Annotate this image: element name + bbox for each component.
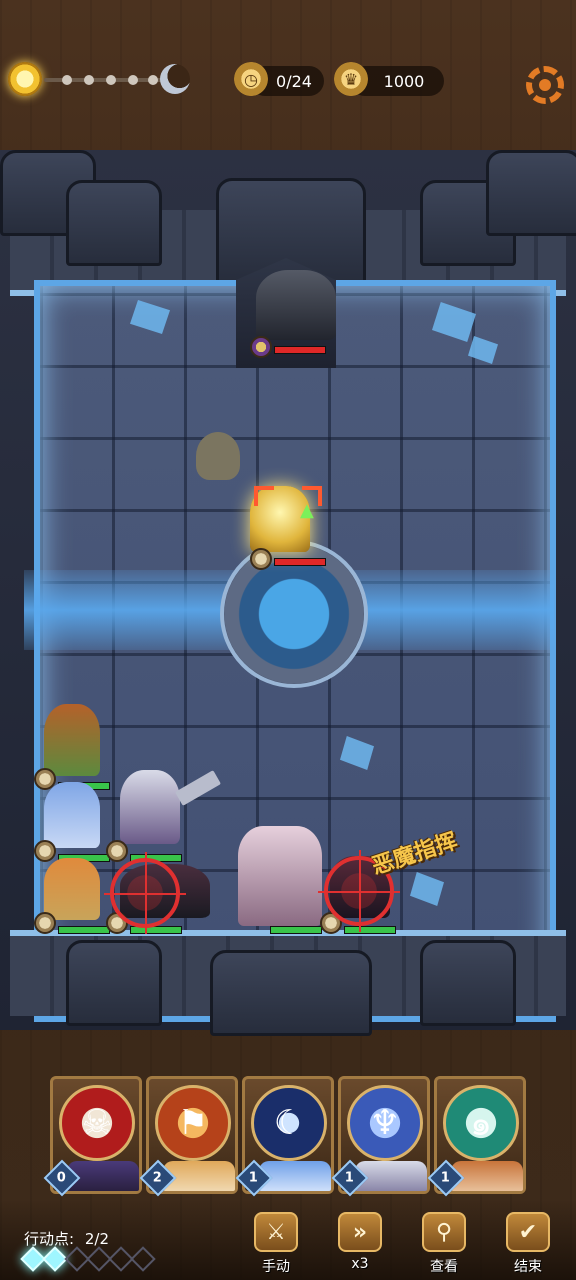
fast-forward-icon: » [338,1212,382,1252]
enemy-hp-bar [274,558,326,566]
target-reticle [104,852,186,934]
tower [66,180,162,266]
hero-silver-swordswoman[interactable] [106,770,226,870]
selection-corner [254,486,274,506]
track-dot [128,75,138,85]
hero-golden-archer[interactable] [34,858,114,948]
flag-icon: ⚑ [155,1085,231,1161]
crescent-moon-icon: ☾ [251,1085,327,1161]
tower [420,940,516,1026]
enemy-hp-bar [274,346,326,354]
enemy-dark-dragon[interactable] [250,270,340,360]
action-point-gems [20,1246,156,1272]
action-points-label: 行动点: [24,1230,75,1248]
skill-card[interactable]: ♆ 1 [331,1076,430,1197]
view-button[interactable]: ⚲ 查看 [414,1212,474,1278]
enemy-pink-castle-golem[interactable] [232,826,328,946]
manual-label: 手动 [262,1259,290,1275]
speed-button[interactable]: » x3 [330,1212,390,1278]
skill-card-bar: ☠ 0 ⚑ 2 ☾ 1 ♆ 1 ๑ 1 [43,1076,530,1197]
action-point-gem [130,1246,156,1272]
skill-card[interactable]: ๑ 1 [427,1076,526,1197]
action-points-display: 行动点: 2/2 [24,1228,109,1249]
speed-label: x3 [351,1256,369,1272]
sun-icon [8,62,42,96]
skill-card[interactable]: ☠ 0 [43,1076,142,1197]
stopwatch-icon: ◷ [234,62,268,96]
track-dot [106,75,116,85]
enemy-class-badge [250,336,272,358]
track-dot [84,75,94,85]
tower [66,940,162,1026]
tower-right [486,150,576,236]
track-dot [62,75,72,85]
top-bar: 0/24 ◷ 1000 ♛ [0,0,576,160]
end-label: 结束 [514,1259,542,1275]
skill-card[interactable]: ☾ 1 [235,1076,334,1197]
gold-emblem-icon: ♛ [334,62,368,96]
turn-counter: 0/24 [276,71,312,91]
crossed-swords-icon: ⚔ [254,1212,298,1252]
manual-button[interactable]: ⚔ 手动 [246,1212,306,1278]
wind-swirl-icon: ๑ [443,1085,519,1161]
hero-forest-druid[interactable] [34,704,114,794]
skill-card[interactable]: ⚑ 2 [139,1076,238,1197]
horned-skull-marker [196,432,240,486]
enemy-hp-bar [270,926,322,934]
track-dot [148,75,158,85]
view-label: 查看 [430,1259,458,1275]
gold-amount: 1000 [383,71,425,91]
hero-hp-bar [58,926,110,934]
day-night-track [44,75,164,85]
checkmark-icon: ✔ [506,1212,550,1252]
sword [174,770,222,806]
south-gate [210,950,372,1036]
skull-icon: ☠ [59,1085,135,1161]
mermaid-icon: ♆ [347,1085,423,1161]
unit-class-badge [250,548,272,570]
enemy-hp-bar [344,926,396,934]
magnifier-icon: ⚲ [422,1212,466,1252]
action-points-value: 2/2 [84,1230,109,1248]
gear-icon[interactable] [526,66,564,104]
unit-class-badge [34,912,56,934]
end-turn-button[interactable]: ✔ 结束 [498,1212,558,1278]
buff-arrow-icon: ▲ [300,500,314,521]
moon-icon [160,64,190,94]
